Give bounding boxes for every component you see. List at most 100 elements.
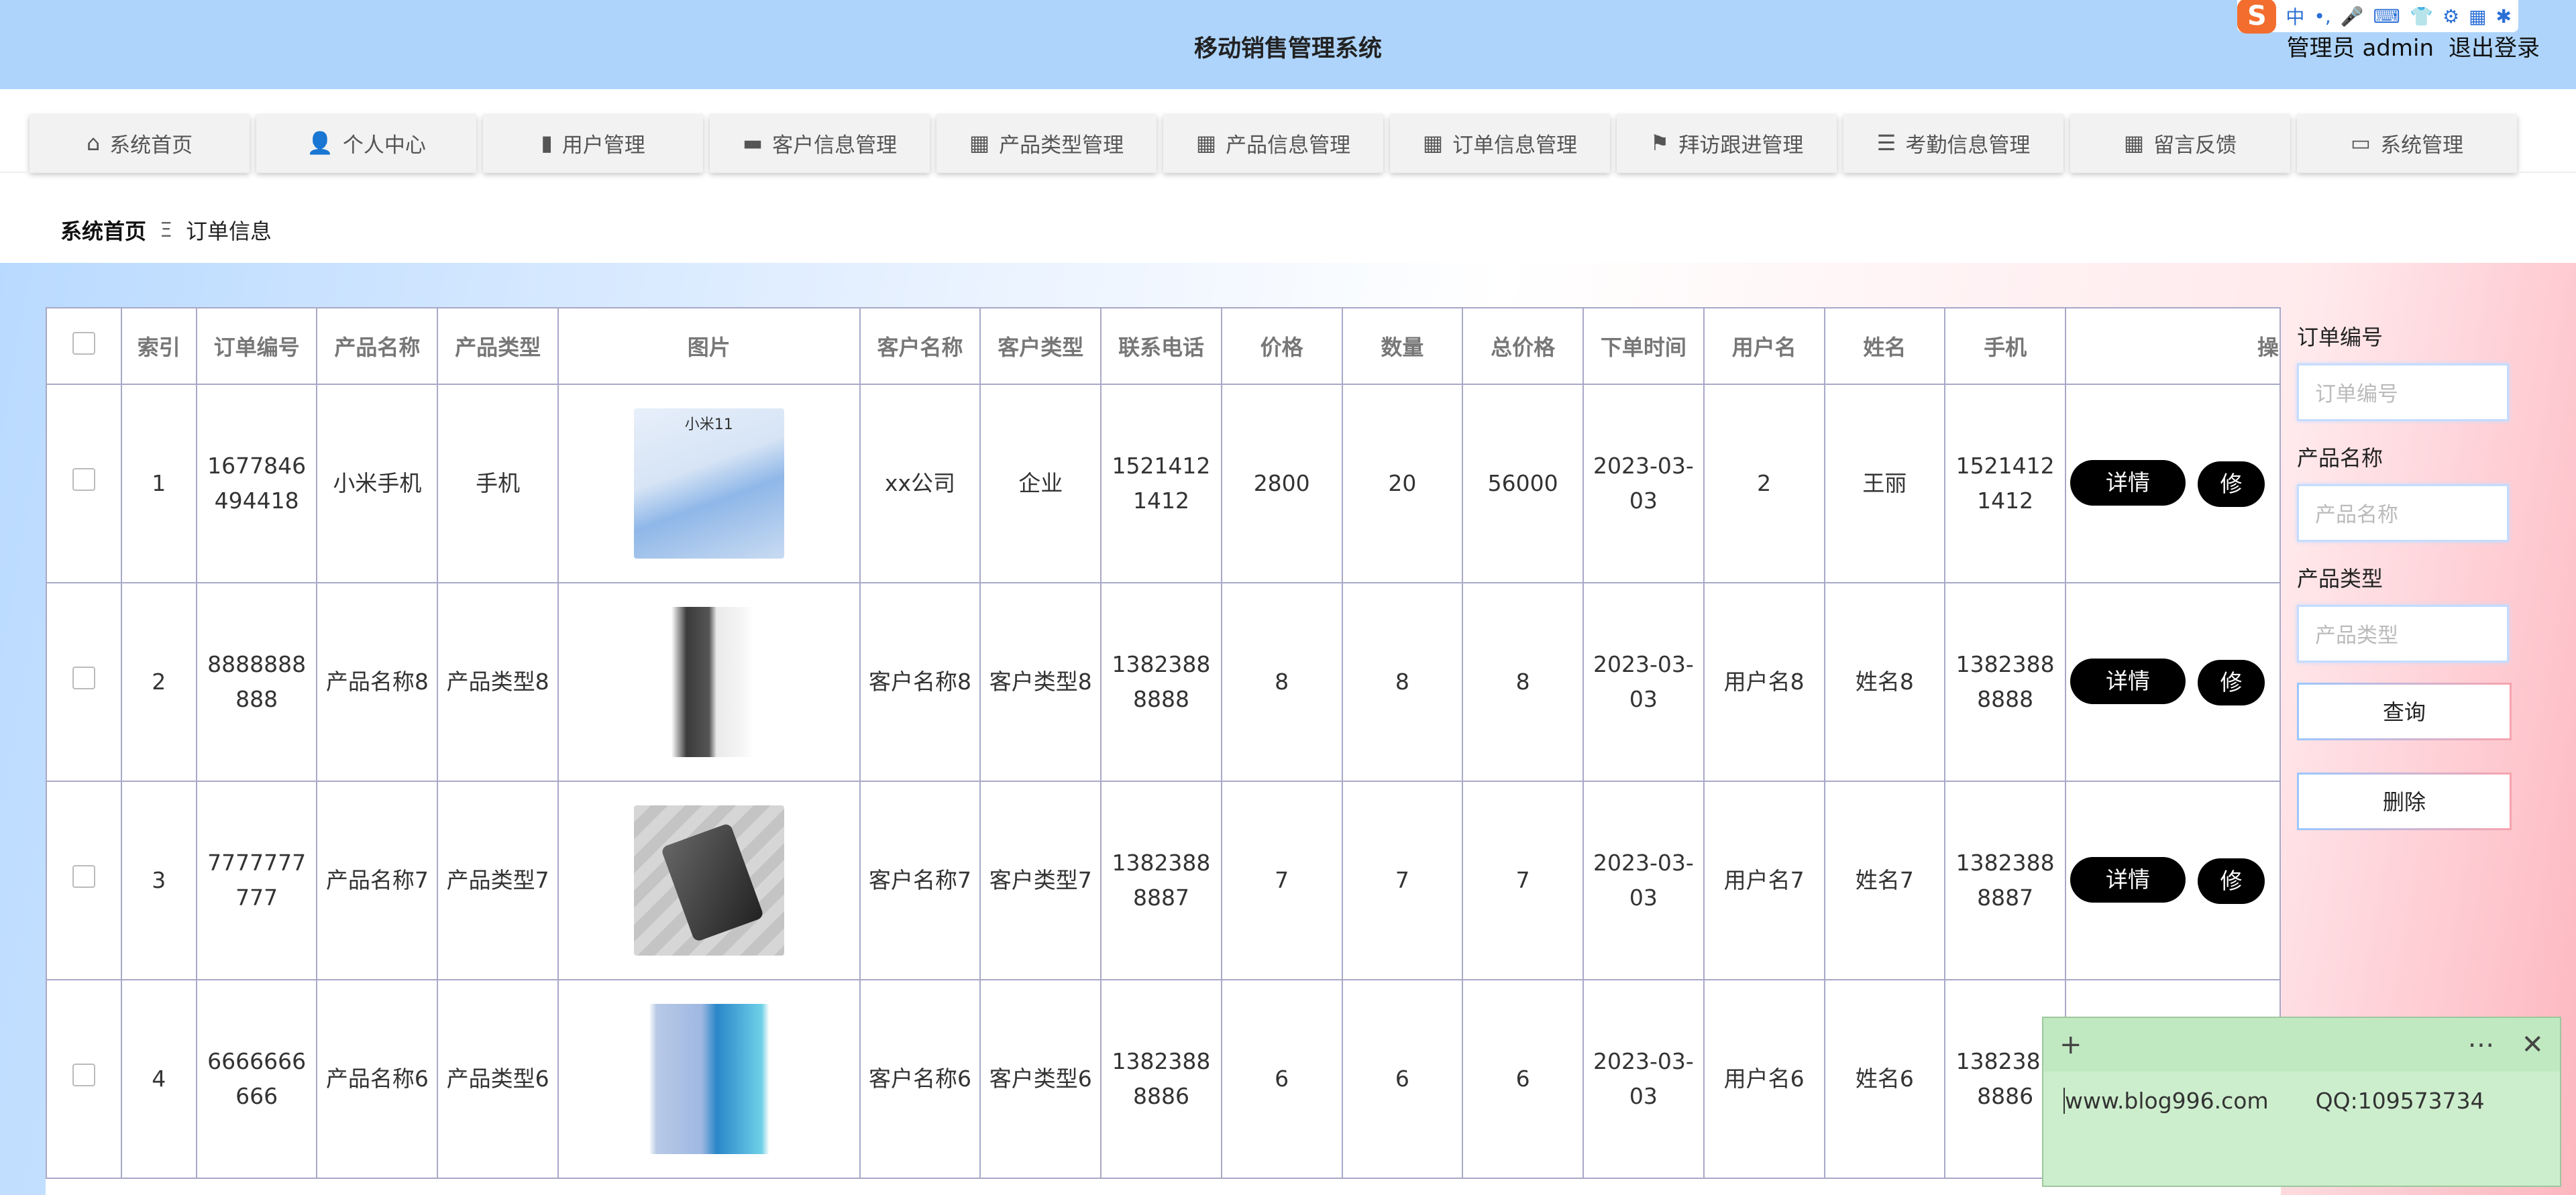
cell-date: 2023-03-03 (1582, 582, 1705, 782)
order-no-label: 订单编号 (2297, 325, 2383, 350)
breadcrumb: 系统首页 Ξ 订单信息 (60, 215, 272, 245)
cell-username: 用户名7 (1703, 781, 1825, 980)
ime-keyboard-icon[interactable]: ⌨ (2373, 5, 2400, 27)
ime-mic-icon[interactable]: 🎤 (2341, 5, 2364, 27)
cell-customer-type: 客户类型7 (979, 781, 1102, 980)
ime-chinese-icon[interactable]: 中 (2286, 3, 2304, 30)
edit-button[interactable]: 修 (2197, 858, 2265, 904)
nav-item-users[interactable]: ▮ 用户管理 (483, 114, 703, 172)
ime-punct-icon[interactable]: •, (2314, 5, 2330, 27)
add-note-icon[interactable]: + (2059, 1029, 2082, 1060)
nav-item-system[interactable]: ▭ 系统管理 (2297, 114, 2517, 172)
row-checkbox[interactable] (72, 667, 95, 689)
cell-order-no: 6666666666 (195, 979, 318, 1179)
column-header[interactable]: 姓名 (1823, 307, 1946, 385)
cell-actions: 详情修 (2064, 582, 2281, 782)
cell-qty: 20 (1341, 384, 1464, 583)
column-header[interactable]: 下单时间 (1582, 307, 1705, 385)
cell-order-no: 7777777777 (195, 781, 318, 980)
column-header[interactable]: 客户名称 (859, 307, 981, 385)
row-checkbox[interactable] (72, 1064, 95, 1086)
cell-price: 2800 (1220, 384, 1343, 583)
edit-button[interactable]: 修 (2197, 461, 2265, 507)
sticky-note-body[interactable]: www.blog996.com QQ:109573734 (2043, 1072, 2560, 1130)
cell-customer: 客户名称7 (859, 781, 981, 980)
nav-item-attendance[interactable]: ☰ 考勤信息管理 (1843, 114, 2063, 172)
grid-icon: ▦ (1195, 130, 1217, 156)
ime-grid-icon[interactable]: ▦ (2469, 5, 2486, 27)
product-image-caption: 小米11 (684, 416, 733, 433)
cell-total: 6 (1462, 979, 1585, 1179)
row-select-cell (46, 979, 122, 1179)
ime-skin-icon[interactable]: 👕 (2410, 5, 2433, 27)
order-no-input[interactable]: 订单编号 (2297, 363, 2509, 421)
nav-item-products[interactable]: ▦ 产品信息管理 (1163, 114, 1383, 172)
nav-item-product-types[interactable]: ▦ 产品类型管理 (936, 114, 1157, 172)
product-image (633, 805, 784, 956)
cell-date: 2023-03-03 (1582, 979, 1705, 1179)
column-header[interactable]: 价格 (1220, 307, 1343, 385)
sticky-note[interactable]: + ⋯ ✕ www.blog996.com QQ:109573734 (2042, 1017, 2561, 1187)
cell-type: 手机 (437, 384, 559, 583)
nav-item-visits[interactable]: ⚑ 拜访跟进管理 (1617, 114, 1837, 172)
column-header[interactable]: 用户名 (1703, 307, 1825, 385)
column-header[interactable]: 图片 (557, 307, 861, 385)
close-icon[interactable]: ✕ (2521, 1029, 2544, 1060)
column-header[interactable]: 联系电话 (1100, 307, 1222, 385)
more-icon[interactable]: ⋯ (2467, 1029, 2494, 1060)
query-button[interactable]: 查询 (2297, 683, 2512, 740)
column-header[interactable]: 产品名称 (316, 307, 439, 385)
cell-product: 产品名称8 (316, 582, 439, 782)
ime-settings-icon[interactable]: ⚙ (2443, 5, 2459, 27)
cell-name: 姓名6 (1823, 979, 1946, 1179)
column-header[interactable]: 手机 (1944, 307, 2066, 385)
cell-actions: 详情修 (2064, 384, 2281, 583)
column-header[interactable]: 数量 (1341, 307, 1464, 385)
row-checkbox[interactable] (72, 865, 95, 888)
orders-table-container: 索引 订单编号 产品名称 产品类型 图片 客户名称 客户类型 联系电话 价格 数… (46, 307, 2281, 1195)
column-header[interactable]: 订单编号 (195, 307, 318, 385)
nav-item-home[interactable]: ⌂ 系统首页 (30, 114, 250, 172)
column-header[interactable]: 客户类型 (979, 307, 1102, 385)
list-icon: ☰ (1876, 130, 1896, 156)
breadcrumb-home[interactable]: 系统首页 (60, 215, 146, 245)
column-header[interactable]: 总价格 (1462, 307, 1585, 385)
ime-gear-icon[interactable]: ✱ (2496, 5, 2512, 27)
nav-item-orders[interactable]: ▦ 订单信息管理 (1390, 114, 1610, 172)
row-select-cell (46, 781, 122, 980)
column-header[interactable]: 操 (2064, 307, 2281, 385)
select-all-checkbox[interactable] (72, 332, 95, 355)
product-image: 小米11 (633, 408, 784, 559)
flag-icon: ⚑ (1650, 130, 1670, 156)
cell-product: 产品名称7 (316, 781, 439, 980)
column-header[interactable]: 产品类型 (437, 307, 559, 385)
cell-index: 1 (120, 384, 197, 583)
nav-item-feedback[interactable]: ▦ 留言反馈 (2070, 114, 2290, 172)
nav-item-label: 系统管理 (2380, 133, 2464, 158)
nav-item-profile[interactable]: 👤 个人中心 (256, 114, 476, 172)
column-header[interactable]: 索引 (120, 307, 197, 385)
detail-button[interactable]: 详情 (2070, 659, 2186, 705)
sticky-note-toolbar: + ⋯ ✕ (2043, 1018, 2560, 1072)
ime-logo-icon[interactable]: S (2237, 0, 2277, 34)
search-panel: 订单编号 订单编号 产品名称 产品名称 产品类型 产品类型 查询 删除 (2297, 321, 2518, 862)
delete-button[interactable]: 删除 (2297, 773, 2512, 830)
row-checkbox[interactable] (72, 468, 95, 491)
sticky-note-site: www.blog996.com (2063, 1088, 2269, 1114)
detail-button[interactable]: 详情 (2070, 460, 2186, 506)
cell-name: 王丽 (1823, 384, 1946, 583)
divider (0, 172, 2576, 173)
detail-button[interactable]: 详情 (2070, 857, 2186, 903)
cell-name: 姓名7 (1823, 781, 1946, 980)
product-type-input[interactable]: 产品类型 (2297, 605, 2509, 663)
cell-image: 小米11 (557, 384, 861, 583)
nav-item-customers[interactable]: ▬ 客户信息管理 (710, 114, 930, 172)
cell-product: 产品名称6 (316, 979, 439, 1179)
product-name-input[interactable]: 产品名称 (2297, 484, 2509, 542)
cell-price: 6 (1220, 979, 1343, 1179)
nav-item-label: 个人中心 (342, 133, 426, 158)
grid-icon: ▦ (2123, 130, 2145, 156)
ime-toolbar[interactable]: S 中 •, 🎤 ⌨ 👕 ⚙ ▦ ✱ (2237, 0, 2518, 34)
logout-link[interactable]: 退出登录 (2449, 30, 2540, 62)
edit-button[interactable]: 修 (2197, 659, 2265, 705)
